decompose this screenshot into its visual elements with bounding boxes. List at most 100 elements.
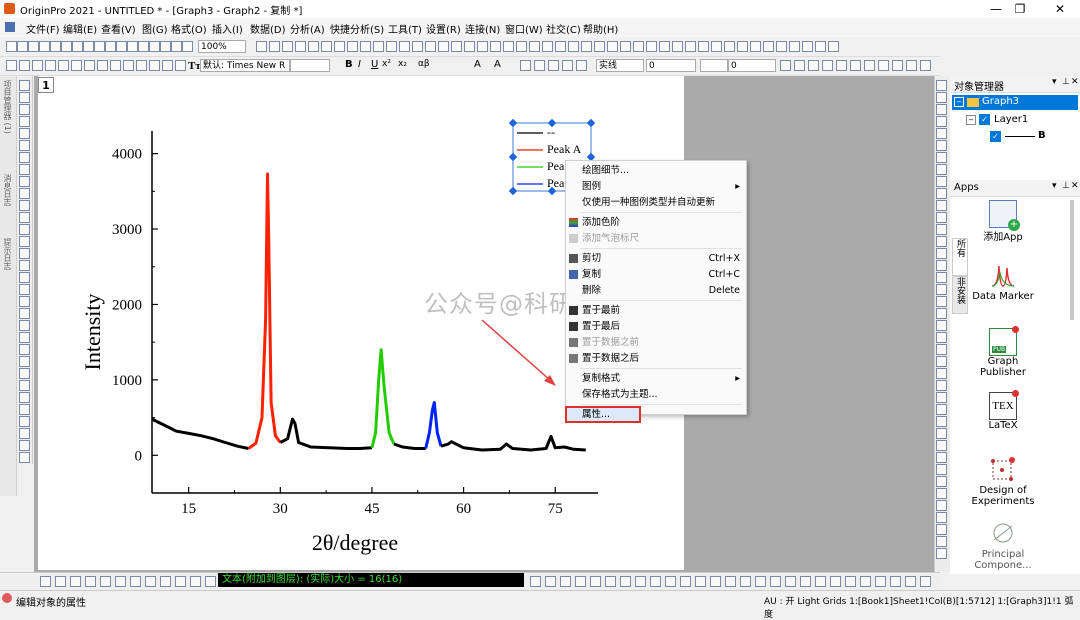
toolbar-button-icon[interactable] bbox=[710, 576, 721, 587]
toolbar-button-icon[interactable] bbox=[581, 41, 592, 52]
checkbox-checked-icon[interactable]: ✓ bbox=[990, 131, 1001, 142]
toolbar-button-icon[interactable] bbox=[936, 224, 947, 235]
line-style-select[interactable]: 实线 bbox=[596, 59, 644, 72]
toolbar-button-icon[interactable] bbox=[19, 272, 30, 283]
toolbar-button-icon[interactable] bbox=[575, 576, 586, 587]
apps-scrollbar[interactable] bbox=[1070, 200, 1074, 320]
toolbar-button-icon[interactable] bbox=[936, 440, 947, 451]
toolbar-button-icon[interactable] bbox=[906, 60, 917, 71]
toolbar-button-icon[interactable] bbox=[105, 41, 116, 52]
toolbar-button-icon[interactable] bbox=[399, 41, 410, 52]
width-select[interactable]: 0 bbox=[728, 59, 776, 72]
toolbar-button-icon[interactable] bbox=[477, 41, 488, 52]
toolbar-button-icon[interactable] bbox=[162, 60, 173, 71]
toolbar-button-icon[interactable] bbox=[19, 200, 30, 211]
context-menu-item[interactable]: 置于数据之前 bbox=[566, 335, 746, 350]
toolbar-button-icon[interactable] bbox=[936, 104, 947, 115]
toolbar-button-icon[interactable] bbox=[800, 576, 811, 587]
toolbar-button-icon[interactable] bbox=[936, 80, 947, 91]
panel-menu-icon[interactable]: ▾ bbox=[1052, 77, 1057, 87]
toolbar-button-icon[interactable] bbox=[160, 576, 171, 587]
toolbar-button-icon[interactable] bbox=[936, 272, 947, 283]
toolbar-button-icon[interactable] bbox=[936, 548, 947, 559]
toolbar-button-icon[interactable] bbox=[19, 212, 30, 223]
toolbar-button-icon[interactable] bbox=[127, 41, 138, 52]
toolbar-button-icon[interactable] bbox=[711, 41, 722, 52]
toolbar-button-icon[interactable] bbox=[85, 576, 96, 587]
toolbar-button-icon[interactable] bbox=[175, 576, 186, 587]
toolbar-button-icon[interactable] bbox=[836, 60, 847, 71]
toolbar-button-icon[interactable] bbox=[19, 416, 30, 427]
toolbar-button-icon[interactable] bbox=[19, 176, 30, 187]
toolbar-button-icon[interactable] bbox=[19, 308, 30, 319]
toolbar-button-icon[interactable] bbox=[503, 41, 514, 52]
toolbar-button-icon[interactable] bbox=[920, 60, 931, 71]
toolbar-button-icon[interactable] bbox=[84, 60, 95, 71]
menu-format[interactable]: 格式(O) bbox=[171, 21, 207, 36]
context-menu-item[interactable]: 置于数据之后 bbox=[566, 351, 746, 366]
toolbar-button-icon[interactable] bbox=[347, 41, 358, 52]
toolbar-button-icon[interactable] bbox=[386, 41, 397, 52]
toolbar-button-icon[interactable] bbox=[740, 576, 751, 587]
toolbar-button-icon[interactable] bbox=[936, 236, 947, 247]
app-latex[interactable]: TEX LaTeX bbox=[970, 390, 1036, 431]
toolbar-button-icon[interactable] bbox=[40, 576, 51, 587]
italic-button[interactable]: I bbox=[358, 59, 361, 70]
toolbar-button-icon[interactable] bbox=[175, 60, 186, 71]
toolbar-button-icon[interactable] bbox=[789, 41, 800, 52]
panel-close-icon[interactable]: ✕ bbox=[1071, 181, 1079, 191]
toolbar-button-icon[interactable] bbox=[936, 524, 947, 535]
menu-analysis[interactable]: 分析(A) bbox=[290, 21, 325, 36]
tree-item-graph3[interactable]: − Graph3 bbox=[952, 95, 1078, 110]
toolbar-button-icon[interactable] bbox=[875, 576, 886, 587]
toolbar-button-icon[interactable] bbox=[334, 41, 345, 52]
toolbar-button-icon[interactable] bbox=[516, 41, 527, 52]
toolbar-button-icon[interactable] bbox=[936, 404, 947, 415]
toolbar-button-icon[interactable] bbox=[97, 60, 108, 71]
toolbar-button-icon[interactable] bbox=[936, 284, 947, 295]
toolbar-button-icon[interactable] bbox=[149, 41, 160, 52]
context-menu-item[interactable]: 复制 Ctrl+C bbox=[566, 267, 746, 282]
context-menu-item[interactable]: 保存格式为主题... bbox=[566, 387, 746, 402]
toolbar-button-icon[interactable] bbox=[905, 576, 916, 587]
toolbar-button-icon[interactable] bbox=[28, 41, 39, 52]
toolbar-button-icon[interactable] bbox=[936, 344, 947, 355]
menu-file[interactable]: 文件(F) bbox=[26, 21, 60, 36]
toolbar-button-icon[interactable] bbox=[936, 464, 947, 475]
toolbar-button-icon[interactable] bbox=[936, 416, 947, 427]
toolbar-button-icon[interactable] bbox=[19, 164, 30, 175]
toolbar-button-icon[interactable] bbox=[633, 41, 644, 52]
menu-quick-analysis[interactable]: 快捷分析(S) bbox=[330, 21, 384, 36]
toolbar-button-icon[interactable] bbox=[542, 41, 553, 52]
toolbar-button-icon[interactable] bbox=[828, 41, 839, 52]
toolbar-button-icon[interactable] bbox=[116, 41, 127, 52]
toolbar-button-icon[interactable] bbox=[321, 41, 332, 52]
app-add-app[interactable]: + 添加App bbox=[970, 200, 1036, 243]
toolbar-button-icon[interactable] bbox=[936, 212, 947, 223]
toolbar-button-icon[interactable] bbox=[534, 60, 545, 71]
menu-insert[interactable]: 插入(I) bbox=[212, 21, 243, 36]
toolbar-button-icon[interactable] bbox=[94, 41, 105, 52]
zoom-select[interactable]: 100% bbox=[198, 40, 246, 53]
toolbar-button-icon[interactable] bbox=[32, 60, 43, 71]
messages-log-tab[interactable]: 消息日志 bbox=[2, 174, 13, 206]
toolbar-button-icon[interactable] bbox=[19, 152, 30, 163]
context-menu-item[interactable]: 添加色阶 bbox=[566, 215, 746, 230]
app-design-of-experiments[interactable]: Design of Experiments bbox=[970, 456, 1036, 507]
toolbar-button-icon[interactable] bbox=[17, 41, 28, 52]
toolbar-button-icon[interactable] bbox=[19, 320, 30, 331]
toolbar-button-icon[interactable] bbox=[100, 576, 111, 587]
menu-graph[interactable]: 图(G) bbox=[142, 21, 168, 36]
toolbar-button-icon[interactable] bbox=[936, 164, 947, 175]
toolbar-button-icon[interactable] bbox=[138, 41, 149, 52]
toolbar-button-icon[interactable] bbox=[936, 488, 947, 499]
toolbar-button-icon[interactable] bbox=[830, 576, 841, 587]
toolbar-button-icon[interactable] bbox=[55, 576, 66, 587]
toolbar-button-icon[interactable] bbox=[19, 80, 30, 91]
tree-item-plot-b[interactable]: ✓ B bbox=[990, 130, 1078, 144]
project-explorer-tab[interactable]: 项目管理器 (1) bbox=[2, 80, 13, 134]
toolbar-button-icon[interactable] bbox=[770, 576, 781, 587]
toolbar-button-icon[interactable] bbox=[936, 320, 947, 331]
context-menu-item[interactable]: 仅使用一种图例类型并自动更新 bbox=[566, 195, 746, 210]
underline-button[interactable]: U bbox=[371, 59, 378, 70]
